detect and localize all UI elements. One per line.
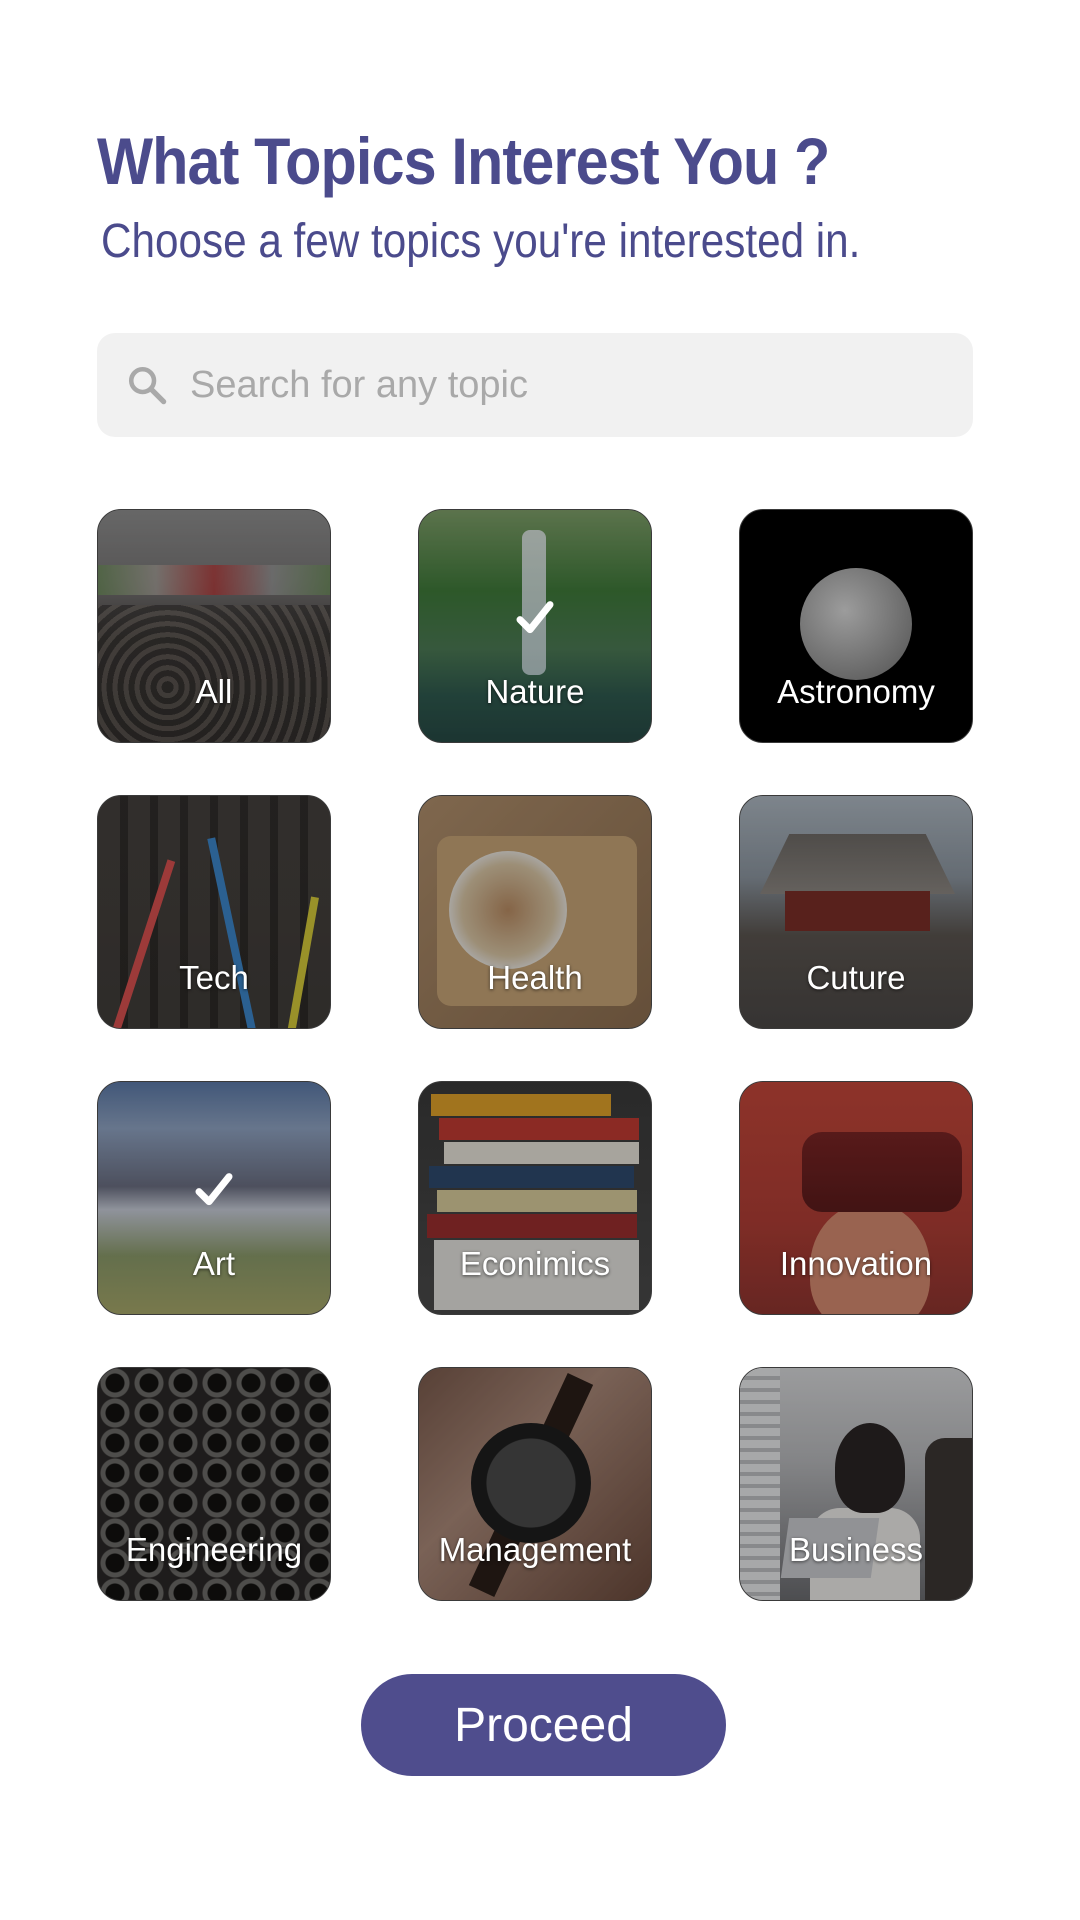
topic-tile-nature[interactable]: Nature — [418, 509, 652, 743]
topic-tile-art[interactable]: Art — [97, 1081, 331, 1315]
topic-tile-engineering[interactable]: Engineering — [97, 1367, 331, 1601]
topic-tile-management[interactable]: Management — [418, 1367, 652, 1601]
topic-label: Econimics — [459, 1245, 611, 1282]
checkmark-icon — [195, 1173, 233, 1206]
topic-label: Health — [487, 959, 583, 996]
topic-tile-business[interactable]: Business — [739, 1367, 973, 1601]
topic-tile-tech[interactable]: Tech — [97, 795, 331, 1029]
topic-label: Nature — [485, 673, 585, 710]
topic-label: Engineering — [125, 1531, 303, 1568]
search-icon — [128, 366, 167, 405]
topic-label: Business — [789, 1531, 923, 1568]
proceed-button[interactable]: Proceed — [361, 1674, 726, 1776]
topic-label: Management — [438, 1531, 632, 1568]
topic-tile-all[interactable]: All — [97, 509, 331, 743]
topic-tile-economics[interactable]: Econimics — [418, 1081, 652, 1315]
topic-label: Tech — [179, 959, 249, 996]
page-title: What Topics Interest You ? — [97, 124, 830, 198]
topic-tile-innovation[interactable]: Innovation — [739, 1081, 973, 1315]
topic-tile-astronomy[interactable]: Astronomy — [739, 509, 973, 743]
topic-label: All — [195, 673, 233, 710]
topic-tile-health[interactable]: Health — [418, 795, 652, 1029]
page-subtitle: Choose a few topics you're interested in… — [101, 215, 861, 268]
search-input[interactable] — [188, 362, 952, 408]
topic-label: Astronomy — [777, 673, 935, 710]
search-bar[interactable] — [97, 333, 973, 437]
topic-label: Art — [192, 1245, 236, 1282]
topic-label: Innovation — [779, 1245, 933, 1282]
topic-label: Cuture — [806, 959, 906, 996]
topic-tile-culture[interactable]: Cuture — [739, 795, 973, 1029]
checkmark-icon — [516, 601, 554, 634]
